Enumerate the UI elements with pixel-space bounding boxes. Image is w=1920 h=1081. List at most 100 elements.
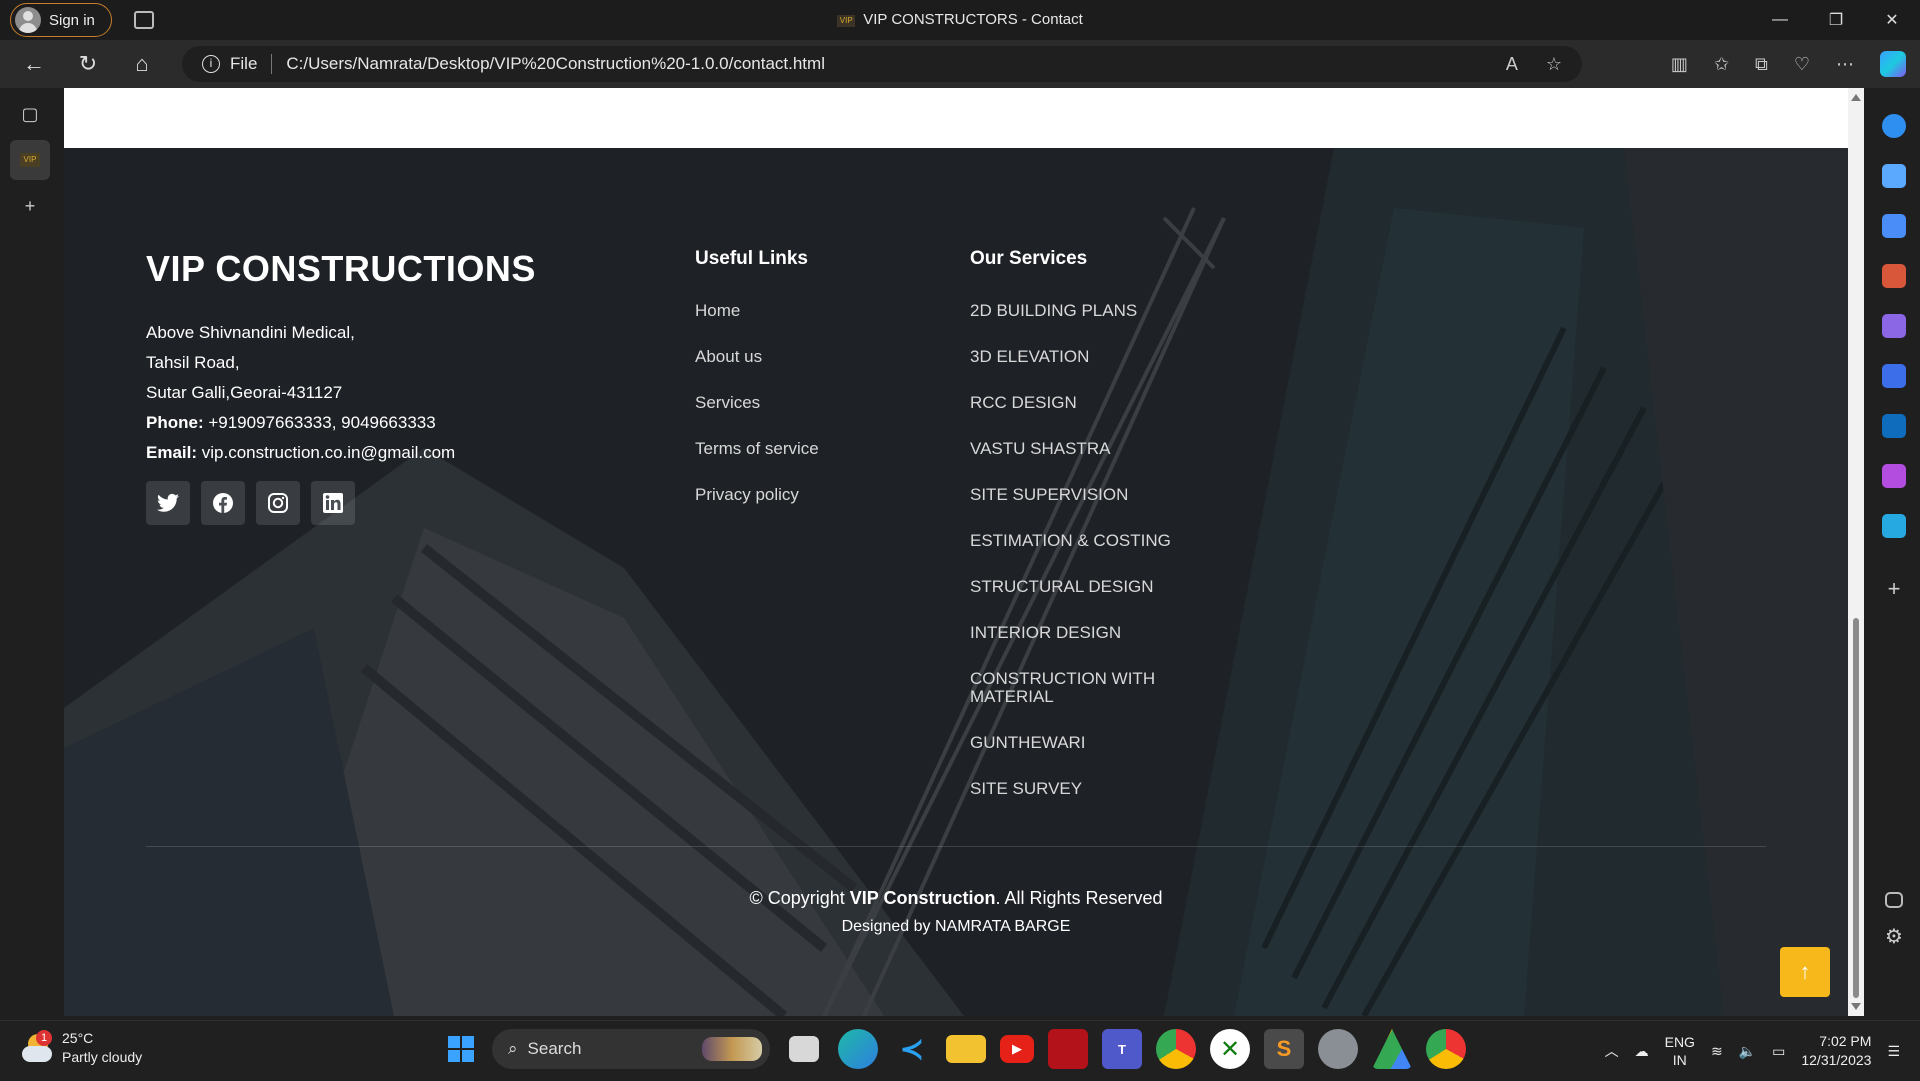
- chrome-profile-icon[interactable]: [1426, 1029, 1466, 1069]
- service-link[interactable]: ESTIMATION & COSTING: [970, 518, 1180, 564]
- weather-description: Partly cloudy: [62, 1049, 143, 1065]
- service-link[interactable]: STRUCTURAL DESIGN: [970, 564, 1180, 610]
- restore-icon[interactable]: ❐: [1808, 0, 1864, 40]
- microsoft-365-icon[interactable]: [1882, 364, 1906, 388]
- tab-actions-icon[interactable]: ▢: [10, 94, 50, 134]
- notifications-bell-icon[interactable]: [1882, 114, 1906, 138]
- windows-taskbar: 1 25°C Partly cloudy ⌕ Search ≺ ▶ T ✕ S …: [0, 1020, 1920, 1080]
- site-footer: VIP CONSTRUCTIONS Above Shivnandini Medi…: [64, 148, 1848, 1016]
- outlook-icon[interactable]: [1882, 414, 1906, 438]
- favorites-icon[interactable]: ✩: [1714, 54, 1729, 75]
- taskbar-search-box[interactable]: ⌕ Search: [492, 1029, 770, 1069]
- address-url[interactable]: C:/Users/Namrata/Desktop/VIP%20Construct…: [286, 54, 825, 74]
- footer-link-home[interactable]: Home: [695, 288, 819, 334]
- linkedin-icon[interactable]: [311, 481, 355, 525]
- address-bar[interactable]: i File C:/Users/Namrata/Desktop/VIP%20Co…: [182, 46, 1582, 82]
- netflix-icon[interactable]: [1048, 1029, 1088, 1069]
- designer-icon[interactable]: [1882, 464, 1906, 488]
- service-link[interactable]: CONSTRUCTION WITH MATERIAL: [970, 656, 1180, 720]
- scroll-down-icon[interactable]: [1851, 1003, 1861, 1010]
- partly-cloudy-icon: 1: [22, 1030, 54, 1064]
- battery-icon[interactable]: ▭: [1772, 1043, 1785, 1060]
- page-scrollbar[interactable]: [1848, 88, 1864, 1016]
- workspaces-icon[interactable]: [133, 11, 154, 29]
- drop-icon[interactable]: [1882, 514, 1906, 538]
- address-scheme: File: [230, 54, 258, 73]
- search-icon: ⌕: [508, 1039, 518, 1058]
- service-link[interactable]: VASTU SHASTRA: [970, 426, 1180, 472]
- split-screen-icon[interactable]: ▥: [1671, 54, 1688, 75]
- new-tab-plus-icon[interactable]: +: [10, 186, 50, 226]
- volume-icon[interactable]: 🔈: [1739, 1043, 1756, 1060]
- settings-gear-icon[interactable]: [1318, 1029, 1358, 1069]
- wifi-icon[interactable]: ≋: [1711, 1043, 1723, 1060]
- more-options-icon[interactable]: ⋯: [1836, 54, 1854, 75]
- twitter-icon[interactable]: [146, 481, 190, 525]
- service-link[interactable]: 2D BUILDING PLANS: [970, 288, 1180, 334]
- show-hidden-icons-chevron-icon[interactable]: ︿: [1605, 1041, 1619, 1061]
- scroll-up-icon[interactable]: [1851, 94, 1861, 101]
- scrollbar-thumb[interactable]: [1853, 618, 1859, 998]
- onedrive-cloud-icon[interactable]: ☁: [1635, 1043, 1649, 1060]
- footer-link-privacy[interactable]: Privacy policy: [695, 472, 819, 518]
- browser-essentials-icon[interactable]: ♡: [1794, 54, 1810, 75]
- tab-vip-contact[interactable]: VIP: [10, 140, 50, 180]
- page-viewport: VIP CONSTRUCTIONS Above Shivnandini Medi…: [64, 88, 1848, 1016]
- copilot-icon[interactable]: [1880, 51, 1906, 77]
- search-icon[interactable]: [1882, 164, 1906, 188]
- refresh-icon[interactable]: ↻: [68, 44, 108, 84]
- games-icon[interactable]: [1882, 314, 1906, 338]
- service-link[interactable]: RCC DESIGN: [970, 380, 1180, 426]
- xbox-icon[interactable]: ✕: [1210, 1029, 1250, 1069]
- service-link[interactable]: SITE SURVEY: [970, 766, 1180, 812]
- service-link[interactable]: INTERIOR DESIGN: [970, 610, 1180, 656]
- sidebar-settings-gear-icon[interactable]: ⚙: [1882, 926, 1906, 950]
- tab-title-text: VIP CONSTRUCTORS - Contact: [863, 11, 1083, 28]
- clock-date: 12/31/2023: [1801, 1052, 1872, 1068]
- phone-value: +919097663333, 9049663333: [203, 413, 436, 432]
- footer-link-about[interactable]: About us: [695, 334, 819, 380]
- back-to-top-button[interactable]: ↑: [1780, 947, 1830, 997]
- service-link[interactable]: GUNTHEWARI: [970, 720, 1180, 766]
- language-indicator[interactable]: ENG IN: [1665, 1033, 1695, 1069]
- vscode-icon[interactable]: ≺: [892, 1029, 932, 1069]
- facebook-icon[interactable]: [201, 481, 245, 525]
- start-windows-icon[interactable]: [444, 1032, 478, 1066]
- our-services-column: Our Services 2D BUILDING PLANS 3D ELEVAT…: [970, 248, 1180, 812]
- add-sidebar-app-icon[interactable]: +: [1882, 578, 1906, 602]
- site-info-icon[interactable]: i: [202, 55, 220, 73]
- sublime-text-icon[interactable]: S: [1264, 1029, 1304, 1069]
- file-explorer-icon[interactable]: [946, 1035, 986, 1063]
- hide-sidebar-icon[interactable]: [1885, 892, 1903, 908]
- system-clock[interactable]: 7:02 PM 12/31/2023: [1801, 1032, 1871, 1070]
- youtube-icon[interactable]: ▶: [1000, 1035, 1034, 1063]
- shopping-tag-icon[interactable]: [1882, 214, 1906, 238]
- footer-link-terms[interactable]: Terms of service: [695, 426, 819, 472]
- favorite-star-icon[interactable]: ☆: [1546, 54, 1562, 75]
- back-arrow-icon[interactable]: ←: [14, 44, 54, 84]
- chrome-icon[interactable]: [1156, 1029, 1196, 1069]
- our-services-heading: Our Services: [970, 248, 1088, 269]
- notifications-icon[interactable]: ☰: [1887, 1043, 1900, 1060]
- copyright-text: © Copyright VIP Construction. All Rights…: [64, 888, 1848, 909]
- service-link[interactable]: SITE SUPERVISION: [970, 472, 1180, 518]
- read-aloud-icon[interactable]: A: [1506, 54, 1518, 75]
- address-line-3: Sutar Galli,Georai-431127: [146, 383, 343, 402]
- tools-icon[interactable]: [1882, 264, 1906, 288]
- minimize-icon[interactable]: —: [1752, 0, 1808, 40]
- task-view-icon[interactable]: [789, 1036, 819, 1062]
- close-window-icon[interactable]: ✕: [1864, 0, 1920, 40]
- google-drive-icon[interactable]: [1372, 1029, 1412, 1069]
- teams-icon[interactable]: T: [1102, 1029, 1142, 1069]
- service-link[interactable]: 3D ELEVATION: [970, 334, 1180, 380]
- vertical-tabs-panel: ▢ VIP +: [0, 88, 60, 1018]
- footer-divider: [146, 846, 1766, 847]
- instagram-icon[interactable]: [256, 481, 300, 525]
- collections-icon[interactable]: ⧉: [1755, 54, 1768, 75]
- sign-in-button[interactable]: Sign in: [10, 3, 112, 37]
- home-icon[interactable]: ⌂: [122, 44, 162, 84]
- useful-links-column: Useful Links Home About us Services Term…: [695, 248, 819, 518]
- edge-browser-icon[interactable]: [838, 1029, 878, 1069]
- weather-widget[interactable]: 1 25°C Partly cloudy: [22, 1029, 142, 1067]
- footer-link-services[interactable]: Services: [695, 380, 819, 426]
